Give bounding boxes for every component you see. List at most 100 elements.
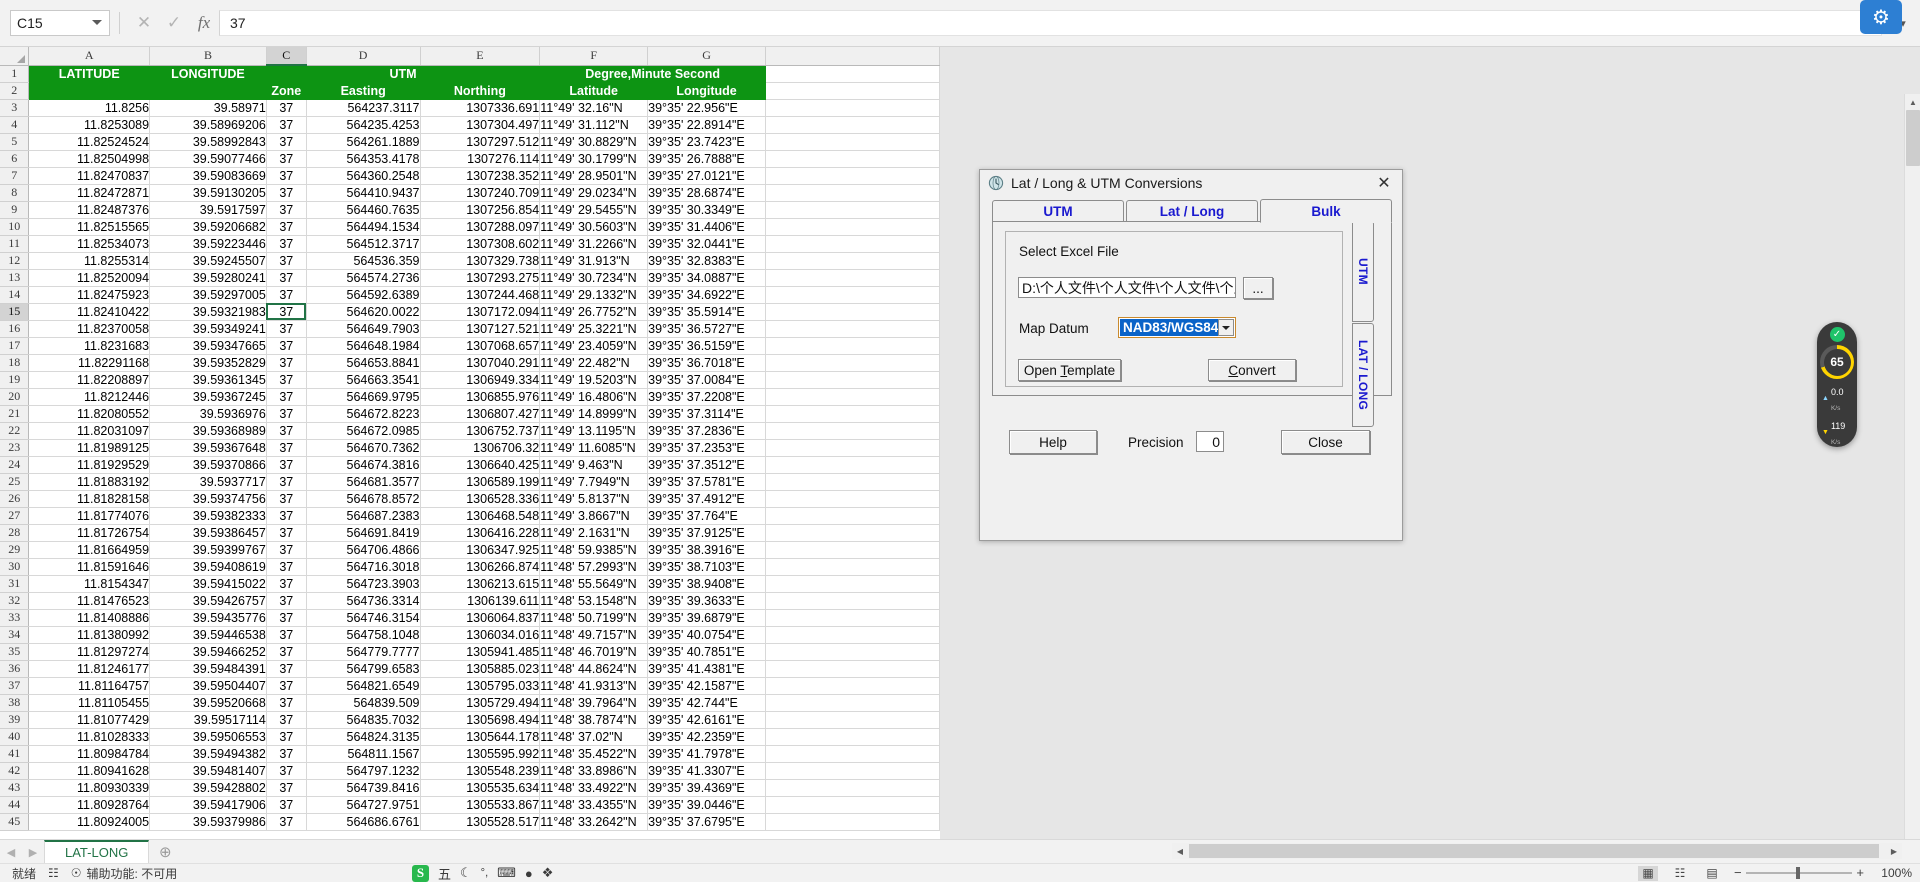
cell-northing[interactable]: 1306064.837 [420, 609, 541, 627]
row-header-8[interactable]: 8 [0, 184, 30, 202]
cell-dms-latitude[interactable]: 11°48' 38.7874"N [539, 711, 649, 729]
cell-longitude[interactable]: 39.59517114 [149, 711, 267, 729]
cell-dms-longitude[interactable]: 39°35' 39.0446"E [647, 796, 766, 814]
cell-northing[interactable]: 1306347.925 [420, 541, 541, 559]
empty-cell[interactable] [765, 388, 940, 406]
cell-northing[interactable]: 1307244.468 [420, 286, 541, 304]
cell-longitude[interactable]: 39.58992843 [149, 133, 267, 151]
empty-cell[interactable] [765, 320, 940, 338]
cell-dms-longitude[interactable]: 39°35' 37.2353"E [647, 439, 766, 457]
cell-dms-latitude[interactable]: 11°49' 9.463"N [539, 456, 649, 474]
cell-easting[interactable]: 564512.3717 [306, 235, 421, 253]
cell-longitude[interactable]: 39.59494382 [149, 745, 267, 763]
vertical-tab-lat-long[interactable]: LAT / LONG [1352, 323, 1374, 427]
cell-dms-latitude[interactable]: 11°49' 28.9501"N [539, 167, 649, 185]
formula-input[interactable] [230, 12, 1881, 34]
empty-cell[interactable] [765, 745, 940, 763]
cell-northing[interactable]: 1306139.611 [420, 592, 541, 610]
cell-zone[interactable]: 37 [266, 473, 307, 491]
cell-latitude[interactable]: 11.82520094 [28, 269, 151, 287]
row-header-3[interactable]: 3 [0, 99, 30, 117]
tab-bulk[interactable]: Bulk [1260, 199, 1392, 223]
cell-zone[interactable]: 37 [266, 286, 307, 304]
cell-dms-longitude[interactable]: 39°35' 37.2208"E [647, 388, 766, 406]
empty-cell[interactable] [765, 728, 940, 746]
cell-longitude[interactable]: 39.59368989 [149, 422, 267, 440]
cell-longitude[interactable]: 39.59347665 [149, 337, 267, 355]
cell-longitude[interactable]: 39.59367245 [149, 388, 267, 406]
cell-dms-latitude[interactable]: 11°49' 29.1332"N [539, 286, 649, 304]
cell-zone[interactable]: 37 [266, 422, 307, 440]
cell-longitude[interactable]: 39.59484391 [149, 660, 267, 678]
cell-latitude[interactable]: 11.81726754 [28, 524, 151, 542]
ime-mode-label[interactable]: 五 [438, 864, 451, 882]
cell-easting[interactable]: 564779.7777 [306, 643, 421, 661]
cell-dms-latitude[interactable]: 11°48' 33.4922"N [539, 779, 649, 797]
cell-longitude[interactable]: 39.59446538 [149, 626, 267, 644]
empty-cell[interactable] [765, 456, 940, 474]
scroll-left-icon[interactable]: ◀ [1172, 843, 1188, 859]
cell-longitude[interactable]: 39.59367648 [149, 439, 267, 457]
empty-cell[interactable] [765, 133, 940, 151]
cell-dms-latitude[interactable]: 11°49' 29.0234"N [539, 184, 649, 202]
cell-dms-latitude[interactable]: 11°49' 2.1631"N [539, 524, 649, 542]
empty-cell[interactable] [765, 439, 940, 457]
cell-latitude[interactable]: 11.8255314 [28, 252, 151, 270]
precision-input[interactable]: 0 [1196, 431, 1224, 452]
cell-dms-latitude[interactable]: 11°49' 30.5603"N [539, 218, 649, 236]
cell-dms-latitude[interactable]: 11°48' 39.7964"N [539, 694, 649, 712]
cell-dms-longitude[interactable]: 39°35' 40.7851"E [647, 643, 766, 661]
cell-dms-latitude[interactable]: 11°49' 23.4059"N [539, 337, 649, 355]
zoom-in-button[interactable]: + [1856, 866, 1864, 880]
cell-zone[interactable]: 37 [266, 694, 307, 712]
cell-dms-latitude[interactable]: 11°48' 50.7199"N [539, 609, 649, 627]
cell-latitude[interactable]: 11.81028333 [28, 728, 151, 746]
toolbox-icon[interactable]: ❖ [542, 865, 554, 881]
cell-zone[interactable]: 37 [266, 99, 307, 117]
column-header-a[interactable]: A [28, 47, 151, 66]
tab-lat-long[interactable]: Lat / Long [1126, 200, 1258, 222]
cancel-formula-icon[interactable]: ✕ [129, 9, 159, 37]
cell-dms-latitude[interactable]: 11°49' 30.1799"N [539, 150, 649, 168]
cell-dms-latitude[interactable]: 11°48' 59.9385"N [539, 541, 649, 559]
cell-latitude[interactable]: 11.80930339 [28, 779, 151, 797]
cell-latitude[interactable]: 11.81077429 [28, 711, 151, 729]
cell-zone[interactable]: 37 [266, 320, 307, 338]
empty-cell[interactable] [765, 252, 940, 270]
cell-dms-latitude[interactable]: 11°48' 33.4355"N [539, 796, 649, 814]
cell-zone[interactable]: 37 [266, 643, 307, 661]
row-header-33[interactable]: 33 [0, 609, 30, 627]
cell-northing[interactable]: 1306807.427 [420, 405, 541, 423]
empty-cell[interactable] [765, 490, 940, 508]
network-speed-widget[interactable]: ✓ 65 ▲ 0.0 K/s ▼ 119 K/s [1817, 322, 1857, 447]
cell-northing[interactable]: 1307256.854 [420, 201, 541, 219]
cell-longitude[interactable]: 39.59428802 [149, 779, 267, 797]
cell-dms-longitude[interactable]: 39°35' 41.4381"E [647, 660, 766, 678]
cell-easting[interactable]: 564672.8223 [306, 405, 421, 423]
cell-dms-longitude[interactable]: 39°35' 37.2836"E [647, 422, 766, 440]
cell-northing[interactable]: 1307297.512 [420, 133, 541, 151]
row-header-39[interactable]: 39 [0, 711, 30, 729]
cell-longitude[interactable]: 39.59130205 [149, 184, 267, 202]
sogou-logo-icon[interactable]: S [412, 864, 429, 882]
cell-longitude[interactable]: 39.59206682 [149, 218, 267, 236]
empty-cell[interactable] [765, 235, 940, 253]
cell-dms-longitude[interactable]: 39°35' 37.0084"E [647, 371, 766, 389]
zoom-level-label[interactable]: 100% [1876, 866, 1912, 880]
file-path-input[interactable]: D:\个人文件\个人文件\个人文件\个人文 [1018, 277, 1236, 298]
cell-dms-longitude[interactable]: 39°35' 37.3114"E [647, 405, 766, 423]
row-header-32[interactable]: 32 [0, 592, 30, 610]
empty-cell[interactable] [765, 303, 940, 321]
cell-zone[interactable]: 37 [266, 660, 307, 678]
cell-northing[interactable]: 1307172.094 [420, 303, 541, 321]
name-box[interactable] [10, 10, 110, 36]
cell-easting[interactable]: 564353.4178 [306, 150, 421, 168]
cell-zone[interactable]: 37 [266, 541, 307, 559]
cell-zone[interactable]: 37 [266, 779, 307, 797]
name-box-input[interactable] [17, 12, 89, 34]
cell-zone[interactable]: 37 [266, 303, 307, 321]
row-header-38[interactable]: 38 [0, 694, 30, 712]
cell-dms-latitude[interactable]: 11°49' 11.6085"N [539, 439, 649, 457]
cell-northing[interactable]: 1306468.548 [420, 507, 541, 525]
row-header-16[interactable]: 16 [0, 320, 30, 338]
